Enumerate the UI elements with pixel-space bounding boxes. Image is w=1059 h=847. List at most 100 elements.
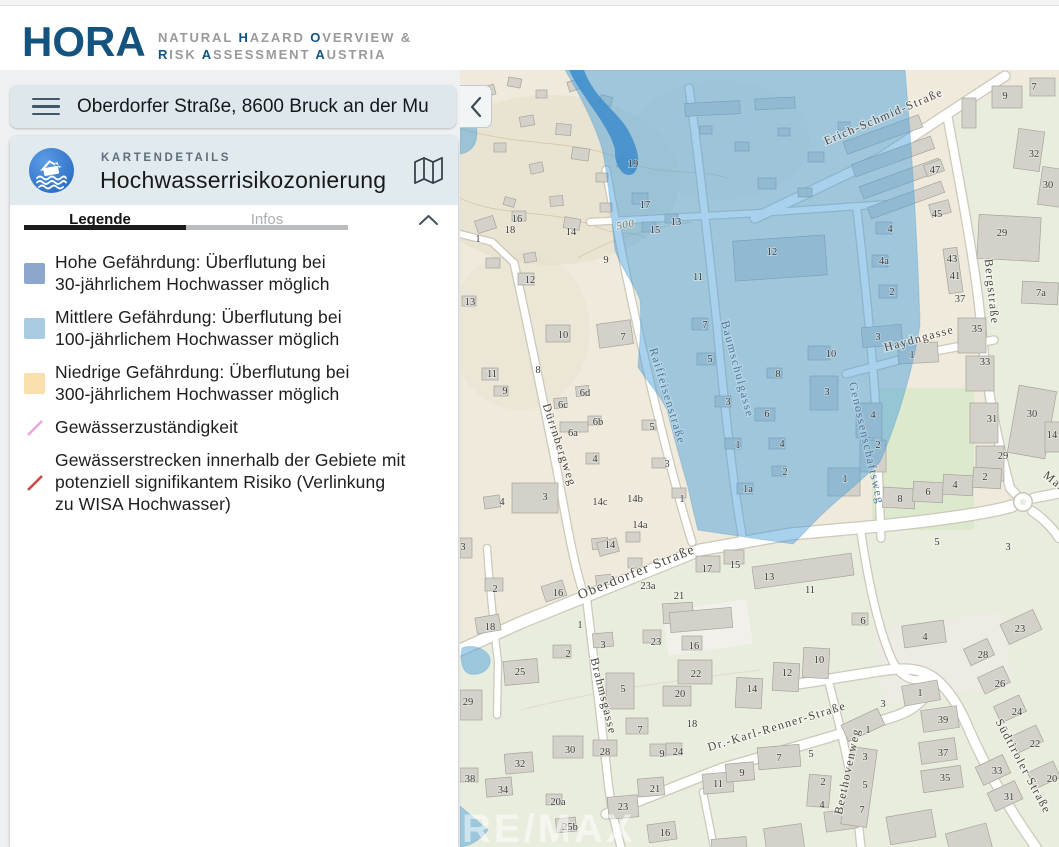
svg-text:14: 14 — [747, 684, 758, 695]
svg-text:32: 32 — [515, 759, 526, 770]
svg-text:3: 3 — [664, 459, 669, 470]
svg-text:4a: 4a — [879, 256, 889, 267]
svg-text:30: 30 — [1027, 409, 1038, 420]
svg-text:3: 3 — [1005, 542, 1010, 553]
watermark: RE/MAX — [462, 807, 636, 847]
svg-text:13: 13 — [764, 572, 775, 583]
svg-text:4: 4 — [870, 410, 876, 421]
search-bar[interactable]: Oberdorfer Straße, 8600 Bruck an der Mu — [10, 85, 456, 128]
svg-text:3: 3 — [862, 752, 867, 763]
flood-hazard-icon — [28, 147, 75, 194]
svg-text:9: 9 — [1002, 91, 1007, 102]
svg-text:14a: 14a — [632, 520, 648, 531]
svg-text:7: 7 — [776, 753, 781, 764]
svg-text:10: 10 — [558, 330, 569, 341]
svg-text:7: 7 — [1031, 82, 1036, 93]
svg-text:11: 11 — [713, 779, 723, 790]
svg-text:10: 10 — [826, 349, 837, 360]
svg-text:8: 8 — [775, 369, 780, 380]
svg-text:25: 25 — [515, 667, 526, 678]
svg-text:2: 2 — [820, 777, 825, 788]
roundabout — [1013, 492, 1033, 512]
svg-text:12: 12 — [767, 247, 778, 258]
svg-text:23: 23 — [651, 637, 662, 648]
legend-list: Hohe Gefährdung: Überflutung bei30-jährl… — [10, 238, 458, 515]
svg-text:18: 18 — [687, 719, 698, 730]
svg-text:11: 11 — [487, 369, 497, 380]
map-canvas[interactable]: Erich-Schmid-StraßeBergstraßeRaiffeisens… — [460, 70, 1059, 847]
svg-text:1: 1 — [909, 350, 914, 361]
svg-text:14: 14 — [566, 227, 577, 238]
svg-text:9: 9 — [502, 386, 507, 397]
svg-text:10: 10 — [814, 655, 825, 666]
svg-text:1a: 1a — [743, 484, 753, 495]
panel-tabs: Legende Infos — [10, 205, 458, 238]
legend-item: Niedrige Gefährdung: Überflutung bei300-… — [24, 361, 446, 405]
svg-text:11: 11 — [805, 585, 815, 596]
svg-text:2: 2 — [982, 472, 987, 483]
svg-text:17: 17 — [702, 564, 713, 575]
svg-text:32: 32 — [1029, 149, 1040, 160]
basemap-icon[interactable] — [413, 157, 444, 184]
svg-text:3: 3 — [824, 387, 829, 398]
svg-text:13: 13 — [465, 297, 476, 308]
svg-text:3: 3 — [875, 332, 880, 343]
svg-text:2: 2 — [875, 440, 880, 451]
svg-text:5: 5 — [649, 422, 654, 433]
svg-text:14: 14 — [1047, 430, 1058, 441]
tagline-line-2: RISK ASSESSMENT AUSTRIA — [158, 46, 412, 63]
svg-text:29: 29 — [997, 228, 1008, 239]
svg-text:7a: 7a — [1036, 288, 1046, 299]
svg-text:4: 4 — [819, 800, 825, 811]
search-input[interactable]: Oberdorfer Straße, 8600 Bruck an der Mu — [77, 96, 437, 118]
svg-text:5: 5 — [707, 354, 712, 365]
chevron-up-icon[interactable] — [419, 215, 438, 225]
svg-text:43: 43 — [947, 254, 958, 265]
svg-text:31: 31 — [987, 414, 998, 425]
svg-text:6a: 6a — [568, 428, 578, 439]
svg-text:1: 1 — [475, 234, 480, 245]
svg-text:16: 16 — [512, 214, 523, 225]
svg-text:11: 11 — [693, 272, 703, 283]
svg-text:35: 35 — [940, 773, 951, 784]
legend-label: Gewässerstrecken innerhalb der Gebiete m… — [55, 449, 405, 515]
app-header: HORA NATURAL HAZARD OVERVIEW & RISK ASSE… — [0, 6, 1059, 70]
svg-text:2: 2 — [492, 584, 497, 595]
svg-text:3: 3 — [542, 492, 547, 503]
svg-text:28: 28 — [600, 747, 611, 758]
map-details-panel: KARTENDETAILS Hochwasserrisikozonierung … — [10, 136, 458, 847]
svg-text:31: 31 — [1004, 792, 1015, 803]
svg-text:1: 1 — [679, 494, 684, 505]
menu-icon[interactable] — [32, 98, 60, 115]
svg-text:1: 1 — [735, 440, 740, 451]
svg-text:21: 21 — [650, 784, 661, 795]
legend-label: Gewässerzuständigkeit — [55, 416, 238, 438]
svg-text:1: 1 — [577, 620, 582, 631]
svg-text:7: 7 — [637, 725, 642, 736]
svg-text:6: 6 — [925, 487, 930, 498]
basemap[interactable]: Erich-Schmid-StraßeBergstraßeRaiffeisens… — [460, 70, 1059, 847]
svg-text:20: 20 — [675, 689, 686, 700]
svg-text:28: 28 — [978, 650, 989, 661]
svg-text:33: 33 — [980, 357, 991, 368]
hora-logo[interactable]: HORA — [22, 18, 146, 66]
svg-text:8: 8 — [535, 365, 540, 376]
svg-text:29: 29 — [998, 451, 1009, 462]
svg-text:12: 12 — [782, 668, 793, 679]
legend-line-icon — [24, 472, 45, 493]
hora-tagline: NATURAL HAZARD OVERVIEW & RISK ASSESSMEN… — [158, 29, 412, 63]
svg-text:37: 37 — [938, 748, 949, 759]
svg-text:2: 2 — [782, 467, 787, 478]
svg-text:19: 19 — [628, 159, 639, 170]
svg-text:16: 16 — [660, 828, 671, 839]
svg-text:35: 35 — [972, 324, 983, 335]
svg-text:12: 12 — [525, 275, 536, 286]
svg-text:1: 1 — [917, 688, 922, 699]
legend-label: Mittlere Gefährdung: Überflutung bei100-… — [55, 306, 342, 350]
svg-text:38: 38 — [465, 774, 476, 785]
panel-header: KARTENDETAILS Hochwasserrisikozonierung — [10, 136, 458, 205]
svg-text:34: 34 — [498, 785, 509, 796]
svg-text:4: 4 — [952, 480, 958, 491]
collapse-panel-button[interactable] — [460, 85, 492, 128]
svg-text:6: 6 — [764, 409, 769, 420]
